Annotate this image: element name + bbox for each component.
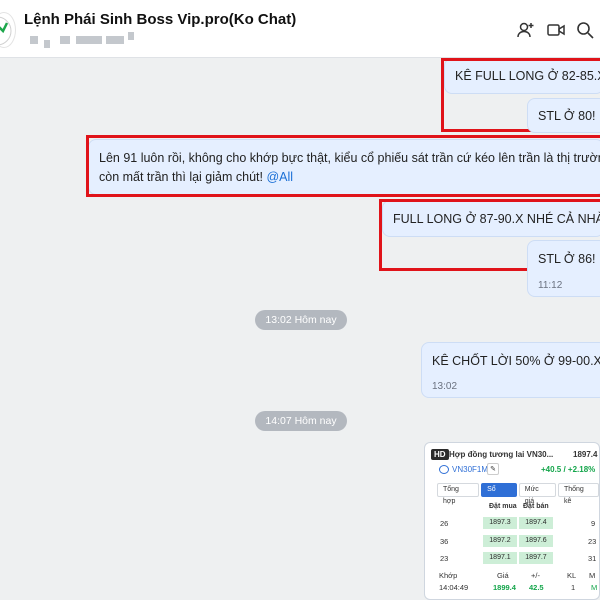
- symbol-icon: [439, 465, 449, 474]
- message-text: STL Ở 80!: [538, 109, 599, 123]
- book-left-vol: 26: [440, 519, 449, 528]
- match-header-price: Giá: [497, 571, 509, 580]
- book-right-vol: 23: [588, 537, 597, 546]
- ask-header: Đặt bán: [523, 503, 549, 510]
- hd-badge: HD: [431, 449, 449, 460]
- tab-thong-ke[interactable]: Thống kê: [557, 483, 599, 505]
- contract-title: Hợp đồng tương lai VN30...: [449, 450, 554, 459]
- message-text: KÊ CHỐT LỜI 50% Ở 99-00.X!: [432, 354, 600, 368]
- chat-title: Lệnh Phái Sinh Boss Vip.pro(Ko Chat): [24, 11, 297, 28]
- edit-icon[interactable]: ✎: [487, 463, 499, 475]
- book-left-vol: 36: [440, 537, 449, 546]
- match-change: 42.5: [529, 583, 544, 592]
- book-right-vol: 31: [588, 554, 597, 563]
- image-message-stock-screenshot[interactable]: HD Hợp đồng tương lai VN30... 1897.4 VN3…: [424, 442, 600, 600]
- bid-price: 1897.1: [483, 552, 517, 564]
- highlight-box: [86, 135, 600, 197]
- date-separator: 14:07 Hôm nay: [255, 411, 347, 431]
- message-time: 11:12: [538, 280, 563, 291]
- date-separator: 13:02 Hôm nay: [255, 310, 347, 330]
- add-member-icon[interactable]: [516, 20, 536, 40]
- match-header-volume: KL: [567, 571, 577, 580]
- chat-header: Lệnh Phái Sinh Boss Vip.pro(Ko Chat): [0, 0, 600, 58]
- contract-price: 1897.4: [573, 450, 598, 459]
- ask-price: 1897.4: [519, 517, 553, 529]
- symbol-code: VN30F1M: [452, 465, 489, 474]
- message-text: STL Ở 86!: [538, 252, 599, 266]
- match-header-time: Khớp: [439, 571, 458, 580]
- match-time: 14:04:49: [439, 583, 469, 592]
- message-bubble[interactable]: STL Ở 86! @ 11:12: [527, 240, 600, 297]
- message-bubble[interactable]: KÊ CHỐT LỜI 50% Ở 99-00.X! @ 13:02: [421, 342, 600, 398]
- bid-price: 1897.3: [483, 517, 517, 529]
- match-header-change: +/-: [531, 571, 540, 580]
- ask-price: 1897.6: [519, 535, 553, 547]
- bid-header: Đặt mua: [489, 503, 517, 510]
- tab-so-lenh[interactable]: Sổ lệnh: [481, 483, 517, 505]
- book-left-vol: 23: [440, 554, 449, 563]
- member-list-blurred: [30, 32, 140, 48]
- match-side: M: [591, 583, 598, 592]
- match-price: 1899.4: [493, 583, 516, 592]
- message-bubble[interactable]: STL Ở 80! @: [527, 98, 600, 133]
- tab-tong-hop[interactable]: Tổng hợp: [437, 483, 480, 505]
- match-volume: 1: [571, 583, 576, 592]
- message-time: 13:02: [432, 381, 458, 392]
- book-right-vol: 9: [591, 519, 596, 528]
- price-change: +40.5 / +2.18%: [541, 465, 596, 474]
- bid-price: 1897.2: [483, 535, 517, 547]
- match-header-side: M: [589, 571, 596, 580]
- ask-price: 1897.7: [519, 552, 553, 564]
- card-tabs: Tổng hợp Sổ lệnh Mức giá Thống kê: [437, 483, 599, 505]
- tab-muc-gia[interactable]: Mức giá: [518, 483, 556, 505]
- search-icon[interactable]: [575, 20, 595, 40]
- video-call-icon[interactable]: [546, 20, 566, 40]
- group-avatar[interactable]: [0, 12, 16, 48]
